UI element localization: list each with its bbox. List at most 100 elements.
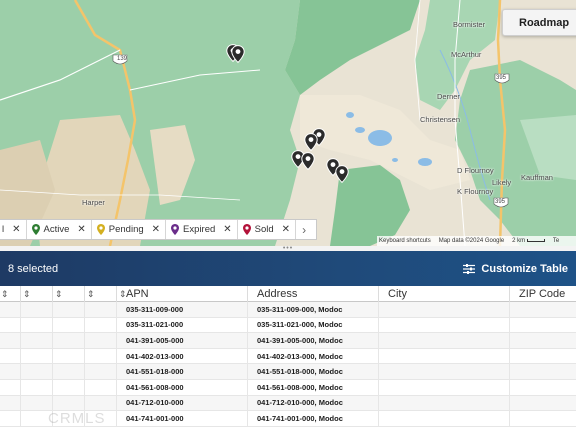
- map-type-button[interactable]: Roadmap: [502, 9, 576, 36]
- map-canvas[interactable]: [0, 0, 576, 246]
- location-pin-icon: [96, 224, 105, 235]
- cell-blank: [53, 379, 85, 395]
- table-body: 035-311-009-000 035-311-009-000, Modoc 035…: [0, 302, 576, 427]
- table-row[interactable]: 041-402-013-000 041-402-013-000, Modoc: [0, 348, 576, 365]
- cell-apn: 041-712-010-000: [117, 395, 248, 411]
- cell-blank: [21, 379, 53, 395]
- sort-icon[interactable]: ⇕: [55, 289, 63, 300]
- table-row[interactable]: 041-551-018-000 041-551-018-000, Modoc: [0, 364, 576, 380]
- column-header-checkbox[interactable]: ⇕: [0, 286, 21, 302]
- customize-table-label: Customize Table: [481, 262, 568, 275]
- legend-item-active[interactable]: Active ✕: [27, 220, 92, 239]
- map-copyright: Map data ©2024 Google: [438, 238, 505, 244]
- table-row[interactable]: 041-712-010-000 041-712-010-000, Modoc: [0, 395, 576, 412]
- column-label-city: City: [388, 288, 407, 300]
- cell-apn: 041-561-008-000: [117, 379, 248, 395]
- legend-item-sold[interactable]: Sold ✕: [238, 220, 297, 239]
- place-label: Bormister: [453, 20, 486, 29]
- column-label-zip: ZIP Code: [519, 288, 566, 300]
- cell-zip: [510, 364, 576, 379]
- cell-city: [379, 317, 510, 333]
- column-header-blank[interactable]: ⇕: [53, 286, 85, 302]
- cell-blank: [53, 348, 85, 364]
- chevron-right-icon[interactable]: ›: [296, 223, 312, 237]
- cell-address: 041-561-008-000, Modoc: [248, 379, 379, 395]
- column-header-blank[interactable]: ⇕: [85, 286, 117, 302]
- column-header-apn[interactable]: ⇕ APN: [117, 286, 248, 302]
- cell-blank: [53, 395, 85, 411]
- close-icon[interactable]: ✕: [12, 224, 20, 235]
- cell-city: [379, 364, 510, 379]
- table-row[interactable]: 035-311-009-000 035-311-009-000, Modoc: [0, 302, 576, 318]
- cell-city: [379, 333, 510, 348]
- cell-blank: [0, 395, 21, 411]
- legend-label-active: Active: [43, 224, 70, 235]
- place-label: Likely: [492, 178, 512, 187]
- cell-blank: [21, 317, 53, 333]
- close-icon[interactable]: ✕: [223, 224, 231, 235]
- map-attribution: Keyboard shortcuts Map data ©2024 Google…: [377, 236, 576, 246]
- place-label: McArthur: [451, 50, 482, 59]
- legend-item-partial[interactable]: l ✕: [0, 220, 27, 239]
- results-table: ⇕ ⇕ ⇕ ⇕ ⇕ APN Address City ZIP Code 035-…: [0, 286, 576, 427]
- keyboard-shortcuts-link[interactable]: Keyboard shortcuts: [379, 238, 431, 244]
- cell-blank: [85, 364, 117, 379]
- cell-address: 041-741-001-000, Modoc: [248, 411, 379, 426]
- cell-apn: 035-311-021-000: [117, 317, 248, 333]
- cell-blank: [21, 333, 53, 348]
- cell-zip: [510, 380, 576, 395]
- sliders-icon: [463, 263, 476, 274]
- column-header-city[interactable]: City: [379, 286, 510, 302]
- cell-blank: [85, 395, 117, 411]
- cell-address: 041-551-018-000, Modoc: [248, 364, 379, 379]
- cell-blank: [53, 364, 85, 379]
- map-scale: 2 km: [512, 238, 545, 244]
- cell-apn: 041-402-013-000: [117, 348, 248, 364]
- map-view[interactable]: 139 395 395 Bormister McArthur Derner Ch…: [0, 0, 576, 246]
- column-header-blank[interactable]: ⇕: [21, 286, 53, 302]
- terms-link[interactable]: Te: [553, 238, 559, 244]
- close-icon[interactable]: ✕: [282, 224, 290, 235]
- table-row[interactable]: 041-561-008-000 041-561-008-000, Modoc: [0, 379, 576, 396]
- cell-address: 035-311-009-000, Modoc: [248, 302, 379, 317]
- cell-zip: [510, 396, 576, 411]
- sort-icon[interactable]: ⇕: [87, 289, 95, 300]
- cell-blank: [21, 302, 53, 317]
- close-icon[interactable]: ✕: [77, 224, 85, 235]
- customize-table-button[interactable]: Customize Table: [463, 263, 568, 275]
- legend-item-pending[interactable]: Pending ✕: [92, 220, 167, 239]
- sort-icon[interactable]: ⇕: [1, 289, 9, 300]
- cell-address: 041-402-013-000, Modoc: [248, 348, 379, 364]
- results-header: 8 selected Customize Table: [0, 251, 576, 286]
- selected-count: 8 selected: [8, 262, 59, 275]
- legend-item-expired[interactable]: Expired ✕: [166, 220, 238, 239]
- legend-label-expired: Expired: [183, 224, 216, 235]
- property-pin-icon[interactable]: [335, 165, 349, 184]
- column-header-address[interactable]: Address: [248, 286, 379, 302]
- route-label-395-bottom: 395: [495, 199, 506, 205]
- legend-partial-label: l: [2, 224, 5, 235]
- cell-address: 041-391-005-000, Modoc: [248, 333, 379, 348]
- place-label: Christensen: [420, 115, 461, 124]
- close-icon[interactable]: ✕: [152, 224, 160, 235]
- sort-icon[interactable]: ⇕: [23, 289, 31, 300]
- table-row[interactable]: 035-311-021-000 035-311-021-000, Modoc: [0, 317, 576, 334]
- property-pin-icon[interactable]: [231, 45, 245, 64]
- property-pin-icon[interactable]: [304, 133, 318, 152]
- cell-zip: [510, 333, 576, 348]
- cell-apn: 041-391-005-000: [117, 333, 248, 348]
- route-label-395-top: 395: [496, 75, 507, 81]
- property-pin-icon[interactable]: [301, 152, 315, 171]
- cell-blank: [85, 317, 117, 333]
- cell-zip: [510, 318, 576, 333]
- cell-blank: [53, 317, 85, 333]
- cell-blank: [0, 317, 21, 333]
- column-header-zip[interactable]: ZIP Code: [510, 286, 576, 302]
- cell-blank: [0, 333, 21, 348]
- table-row[interactable]: 041-391-005-000 041-391-005-000, Modoc: [0, 333, 576, 349]
- place-label: Harper: [82, 198, 105, 207]
- place-label: K Flournoy: [457, 187, 494, 196]
- cell-apn: 041-741-001-000: [117, 411, 248, 426]
- table-header: ⇕ ⇕ ⇕ ⇕ ⇕ APN Address City ZIP Code: [0, 286, 576, 302]
- location-pin-icon: [242, 224, 251, 235]
